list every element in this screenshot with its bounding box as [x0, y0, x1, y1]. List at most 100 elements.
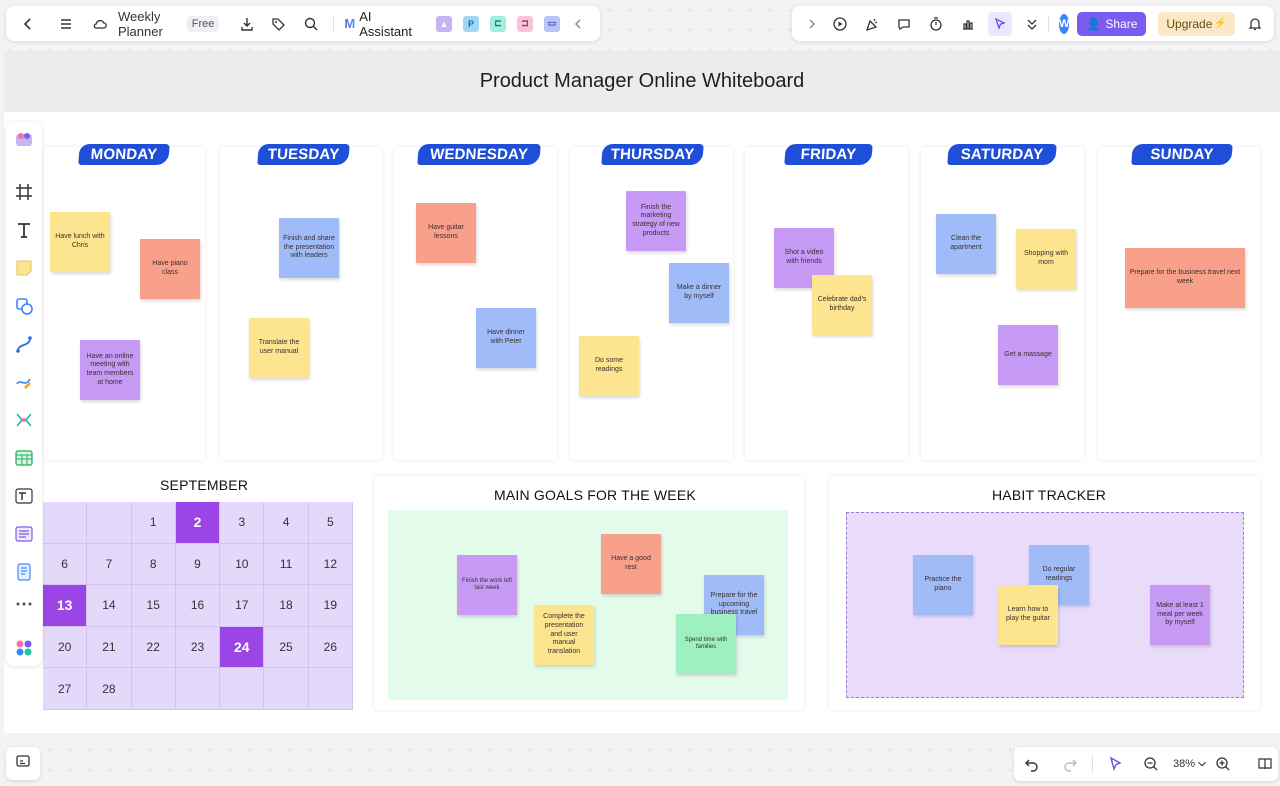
sticky-note[interactable]: Clean the apartment	[936, 214, 996, 274]
calendar-day[interactable]: 23	[175, 626, 221, 669]
connector-icon[interactable]	[13, 333, 35, 355]
zoom-level[interactable]: 38%	[1173, 758, 1195, 770]
cursor-follow-icon[interactable]	[988, 11, 1012, 36]
calendar-empty-cell[interactable]	[87, 502, 132, 544]
day-column-saturday[interactable]	[921, 147, 1084, 460]
calendar-day[interactable]: 10	[220, 543, 265, 586]
day-header-monday[interactable]: MONDAY	[78, 144, 170, 165]
table-icon[interactable]	[13, 447, 35, 469]
calendar-day[interactable]: 21	[87, 626, 132, 669]
menu-icon[interactable]	[54, 12, 78, 36]
calendar-day[interactable]: 8	[131, 543, 176, 586]
sticky-note[interactable]: Have lunch with Chris	[50, 212, 110, 272]
document-icon[interactable]	[13, 561, 35, 583]
calendar-day[interactable]: 18	[264, 585, 309, 627]
undo-icon[interactable]	[1020, 752, 1044, 776]
present-play-icon[interactable]	[828, 12, 852, 36]
calendar-day[interactable]: 4	[264, 502, 309, 544]
download-icon[interactable]	[235, 12, 259, 36]
chat-plugin-icon[interactable]: ▭	[544, 15, 560, 32]
search-icon[interactable]	[299, 12, 323, 36]
day-header-friday[interactable]: FRIDAY	[784, 144, 873, 165]
calendar-day[interactable]: 6	[43, 543, 88, 586]
zoom-in-icon[interactable]	[1211, 752, 1235, 776]
timer-icon[interactable]	[924, 12, 948, 36]
day-column-wednesday[interactable]	[394, 147, 557, 460]
select-cursor-icon[interactable]	[1103, 752, 1127, 776]
calendar-day[interactable]: 28	[87, 668, 132, 710]
calendar-grid[interactable]: 1 2 3 4 5 6 7 8 9 10 11 12 13 14 15 16 17 18 19 20 21 22 23 24 2…	[43, 502, 353, 710]
calendar-day[interactable]: 13	[43, 585, 88, 627]
day-header-sunday[interactable]: SUNDAY	[1131, 144, 1233, 165]
text-tool-icon[interactable]	[13, 219, 35, 241]
calendar-day[interactable]: 5	[308, 502, 353, 544]
calendar-day[interactable]: 25	[264, 626, 309, 669]
calendar-day[interactable]: 19	[308, 585, 353, 627]
day-header-wednesday[interactable]: WEDNESDAY	[417, 144, 541, 165]
sticky-note[interactable]: Do some readings	[579, 336, 639, 396]
user-avatar[interactable]: W	[1059, 13, 1070, 34]
calendar-month-title[interactable]: SEPTEMBER	[160, 477, 248, 493]
day-header-saturday[interactable]: SATURDAY	[947, 144, 1057, 165]
calendar-day[interactable]: 16	[175, 585, 221, 627]
redo-icon[interactable]	[1058, 752, 1082, 776]
bell-icon[interactable]	[1243, 12, 1267, 36]
sticky-note[interactable]: Finish the marketing strategy of new pro…	[626, 191, 686, 251]
calendar-day[interactable]: 22	[131, 626, 176, 669]
calendar-empty-cell[interactable]	[175, 668, 221, 710]
sticky-note[interactable]: Spend time with families	[676, 614, 736, 674]
calendar-empty-cell[interactable]	[264, 668, 309, 710]
sticky-note[interactable]: Make at least 1 meal per week by myself	[1150, 585, 1210, 645]
sticky-note[interactable]: Learn how to play the guitar	[998, 585, 1058, 645]
sticky-note[interactable]: Have guitar lessons	[416, 203, 476, 263]
comment-icon[interactable]	[892, 12, 916, 36]
sticky-note[interactable]: Translate the user manual	[249, 318, 309, 378]
sticky-note[interactable]: Practice the piano	[913, 555, 973, 615]
celebrate-icon[interactable]	[860, 12, 884, 36]
calendar-empty-cell[interactable]	[308, 668, 353, 710]
sticky-note[interactable]: Make a dinner by myself	[669, 263, 729, 323]
calendar-day[interactable]: 11	[264, 543, 309, 586]
zoom-dropdown-chevron-icon[interactable]	[1195, 752, 1209, 776]
templates-icon[interactable]	[13, 129, 35, 151]
share-button[interactable]: 👤 Share	[1077, 11, 1147, 36]
calendar-day[interactable]: 27	[43, 668, 88, 710]
calendar-empty-cell[interactable]	[220, 668, 265, 710]
image-plugin-icon[interactable]: ▲	[436, 15, 452, 32]
sticky-note-icon[interactable]	[13, 257, 35, 279]
sticky-note[interactable]: Shopping with mom	[1016, 229, 1076, 289]
expand-chevron-icon[interactable]	[800, 12, 824, 36]
calendar-day[interactable]: 1	[131, 502, 176, 544]
more-chevron-icon[interactable]	[1020, 12, 1044, 36]
calendar-day[interactable]: 3	[220, 502, 265, 544]
goals-title[interactable]: MAIN GOALS FOR THE WEEK	[494, 487, 696, 503]
calendar-empty-cell[interactable]	[43, 502, 88, 544]
zoom-out-icon[interactable]	[1139, 752, 1163, 776]
calendar-day[interactable]: 2	[175, 502, 221, 544]
calendar-day[interactable]: 15	[131, 585, 176, 627]
calendar-day[interactable]: 17	[220, 585, 265, 627]
sticky-note[interactable]: Have dinner with Peter	[476, 308, 536, 368]
sticky-note[interactable]: Finish and share the presentation with l…	[279, 218, 339, 278]
sticky-note[interactable]: Have an online meeting with team members…	[80, 340, 140, 400]
sticky-note[interactable]: Have a good rest	[601, 534, 661, 594]
calendar-day[interactable]: 14	[87, 585, 132, 627]
calendar-day[interactable]: 20	[43, 626, 88, 669]
vote-icon[interactable]	[956, 12, 980, 36]
calendar-day[interactable]: 26	[308, 626, 353, 669]
text-block-icon[interactable]	[13, 485, 35, 507]
flowchart-plugin-icon[interactable]: ⊐	[517, 15, 533, 32]
sticky-note[interactable]: Complete the presentation and user manua…	[534, 605, 594, 665]
presentation-plugin-icon[interactable]: P	[463, 15, 479, 32]
pen-icon[interactable]	[13, 371, 35, 393]
calendar-empty-cell[interactable]	[131, 668, 176, 710]
upgrade-button[interactable]: Upgrade ⚡	[1158, 11, 1235, 36]
day-header-tuesday[interactable]: TUESDAY	[257, 144, 350, 165]
back-chevron-icon[interactable]	[16, 12, 40, 36]
calendar-day[interactable]: 24	[220, 626, 265, 669]
help-icon[interactable]	[1275, 12, 1280, 36]
sticky-note[interactable]: Have piano class	[140, 239, 200, 299]
sticky-note[interactable]: Finish the work left last week	[457, 555, 517, 615]
frame-icon[interactable]	[13, 181, 35, 203]
shapes-icon[interactable]	[13, 295, 35, 317]
